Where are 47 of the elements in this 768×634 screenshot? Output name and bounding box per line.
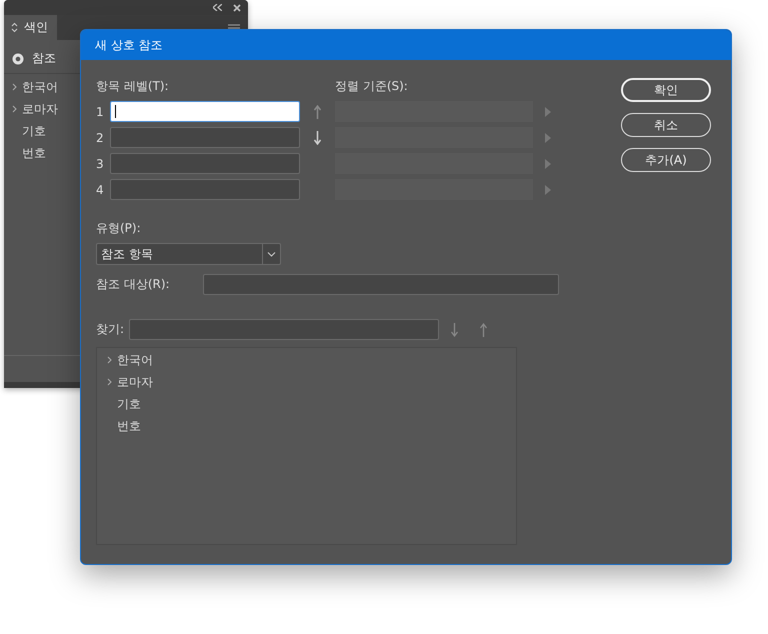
tree-item[interactable]: 로마자 (117, 374, 153, 390)
play-icon (545, 106, 551, 116)
chevron-icon[interactable] (107, 356, 112, 364)
chevron-icon[interactable] (12, 83, 17, 91)
dialog-button[interactable]: 추가(A) (621, 148, 711, 172)
tree-item[interactable]: 로마자 (22, 100, 58, 118)
tree-item[interactable]: 기호 (117, 396, 141, 412)
level-number: 2 (96, 130, 104, 144)
field-label: 항목 레벨(T): (96, 78, 170, 95)
tree-item[interactable]: 번호 (22, 144, 46, 162)
level-number: 3 (96, 156, 104, 170)
search-field[interactable] (129, 319, 440, 340)
field-label: 참조 대상(R): (96, 276, 170, 293)
type-dropdown[interactable]: 참조 항목 (96, 243, 281, 265)
arrow-down-icon[interactable] (451, 322, 458, 336)
arrow-up-icon[interactable] (314, 105, 321, 119)
field-label: 유형(P): (96, 220, 142, 237)
arrow-up-icon[interactable] (480, 322, 488, 336)
play-icon (545, 158, 551, 168)
dialog-title: 새 상호 참조 (95, 36, 163, 54)
collapse-icon[interactable] (213, 4, 222, 11)
chevron-icon[interactable] (12, 105, 17, 113)
tree-item[interactable]: 한국어 (117, 352, 153, 368)
arrow-down-icon[interactable] (314, 131, 321, 145)
input-field[interactable] (110, 127, 300, 148)
tree-item[interactable]: 번호 (117, 418, 141, 434)
radio-button[interactable] (12, 52, 24, 64)
input-field[interactable] (110, 179, 300, 200)
input-field[interactable] (202, 274, 559, 295)
chevron-icon[interactable] (107, 378, 112, 386)
close-icon[interactable] (233, 4, 241, 12)
level-number: 1 (96, 104, 104, 118)
play-icon (545, 184, 551, 194)
chevron-down-icon (267, 252, 276, 256)
tree-item[interactable]: 한국어 (22, 78, 58, 96)
radio-label: 참조 (32, 50, 56, 67)
tree-item[interactable]: 기호 (22, 122, 46, 140)
updown-icon (11, 22, 18, 33)
input-field[interactable] (110, 101, 300, 122)
panel-tab[interactable]: 색인 (4, 15, 57, 40)
dialog-button[interactable]: 확인 (621, 78, 711, 102)
play-icon (545, 132, 551, 142)
field-label: 정렬 기준(S): (335, 78, 409, 95)
field-label: 찾기: (96, 321, 124, 338)
level-number: 4 (96, 182, 104, 196)
dialog-button[interactable]: 취소 (621, 113, 711, 137)
input-field[interactable] (110, 153, 300, 174)
